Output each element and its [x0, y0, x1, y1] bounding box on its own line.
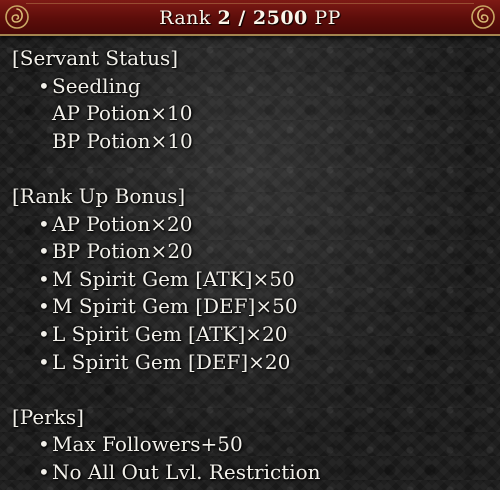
list-item-text: L Spirit Gem [DEF]×20 — [52, 349, 291, 374]
list-item: • M Spirit Gem [DEF]×50 — [12, 293, 492, 321]
list-item-text: AP Potion×10 — [52, 101, 193, 126]
perks-title: [Perks] — [12, 404, 84, 429]
bullet-icon: • — [38, 459, 50, 484]
bullet-icon: • — [38, 294, 50, 319]
list-item: AP Potion×10 — [12, 100, 492, 128]
list-item: BP Potion×10 — [12, 128, 492, 156]
list-item-text: M Spirit Gem [DEF]×50 — [52, 294, 298, 319]
bullet-icon: • — [38, 239, 50, 264]
servant-status-title: [Servant Status] — [12, 46, 179, 70]
rank-value: 2 / 2500 — [217, 7, 308, 29]
list-item-text: BP Potion×10 — [52, 128, 193, 153]
bullet-icon: • — [38, 432, 50, 457]
list-item-text: M Spirit Gem [ATK]×50 — [52, 266, 295, 291]
bullet-icon: • — [38, 321, 50, 346]
rank-label: Rank — [159, 7, 211, 29]
pp-label: PP — [314, 7, 341, 29]
list-item: • M Spirit Gem [ATK]×50 — [12, 266, 492, 294]
list-item: • L Spirit Gem [ATK]×20 — [12, 321, 492, 349]
list-item-text: No All Out Lvl. Restriction — [52, 459, 321, 484]
rank-header-banner: Rank 2 / 2500 PP — [0, 0, 500, 36]
list-item: • BP Potion×20 — [12, 238, 492, 266]
scroll-ornament-icon — [471, 5, 495, 29]
bullet-icon: • — [38, 266, 50, 291]
list-item-text: Max Followers+50 — [52, 432, 243, 457]
list-item: • AP Potion×20 — [12, 211, 492, 239]
rank-up-bonus-title: [Rank Up Bonus] — [12, 183, 186, 208]
rank-details-panel: [Servant Status] • Seedling AP Potion×10 … — [12, 45, 492, 487]
list-item-text: Seedling — [52, 73, 141, 98]
bullet-icon: • — [38, 349, 50, 374]
list-item: • Max Followers+50 — [12, 431, 492, 459]
list-item-text: BP Potion×20 — [52, 239, 193, 264]
bullet-icon: • — [38, 211, 50, 236]
list-item: • L Spirit Gem [DEF]×20 — [12, 349, 492, 377]
list-item-text: L Spirit Gem [ATK]×20 — [52, 321, 288, 346]
list-item: • Seedling — [12, 73, 492, 101]
list-item: • No All Out Lvl. Restriction — [12, 459, 492, 487]
list-item-text: AP Potion×20 — [52, 211, 193, 236]
rank-title: Rank 2 / 2500 PP — [0, 6, 500, 30]
bullet-icon: • — [38, 73, 50, 98]
